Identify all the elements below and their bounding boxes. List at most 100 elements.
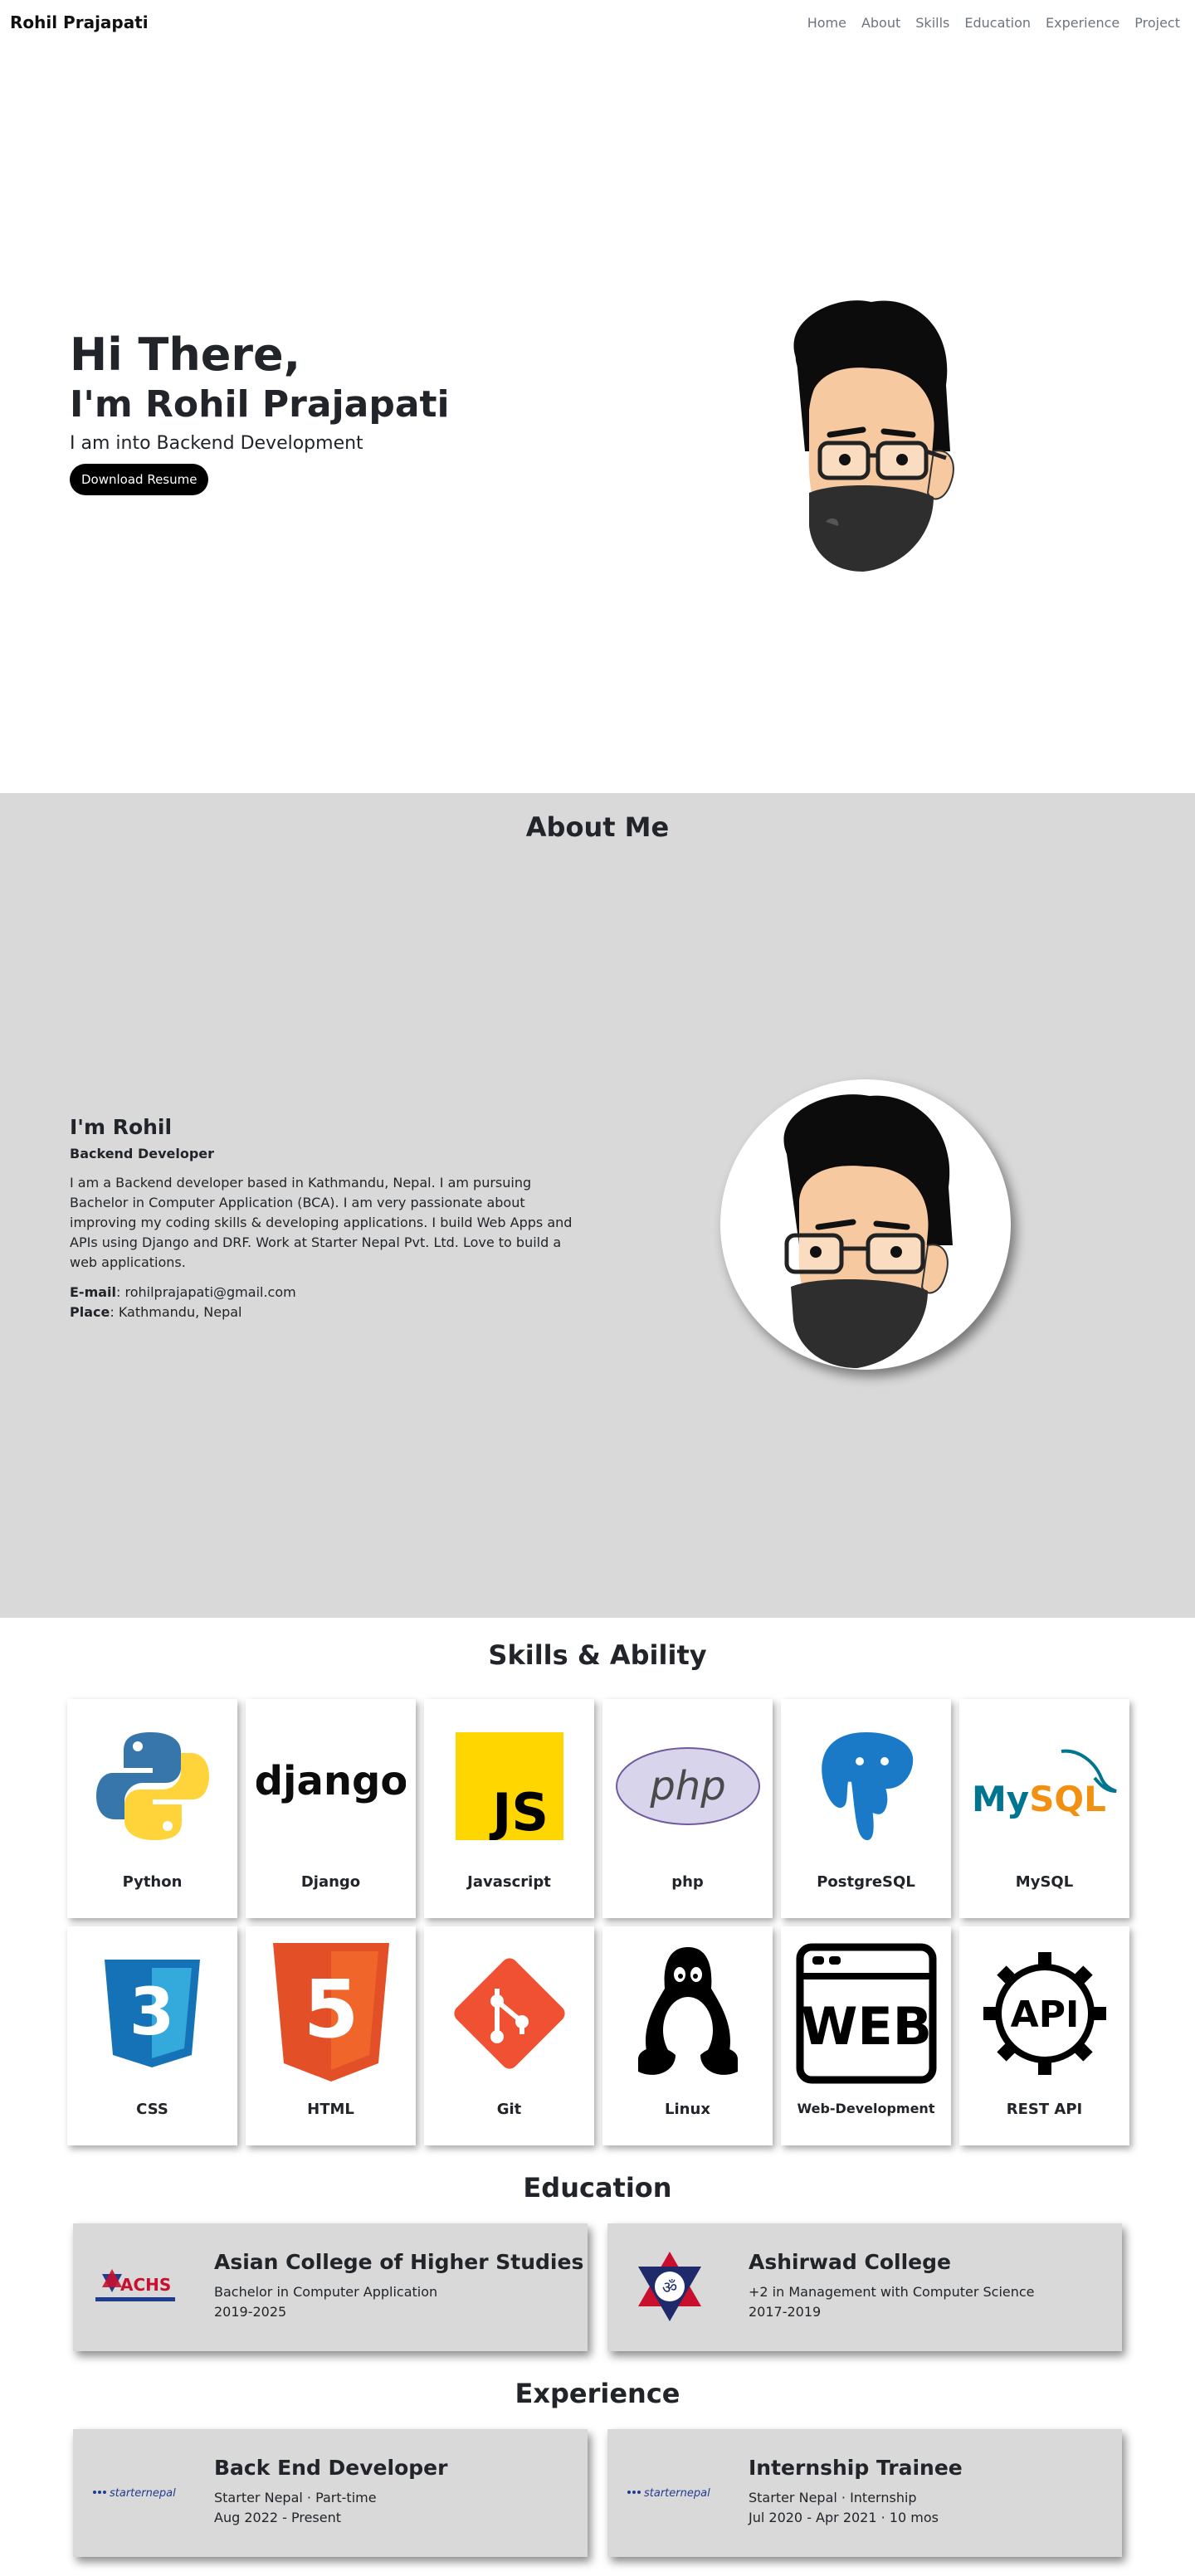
email-row: E-mail: rohilprajapati@gmail.com [70, 1284, 296, 1300]
api-icon-text: API [1010, 1994, 1079, 2036]
html-icon: 5 [272, 1943, 389, 2082]
skill-label: CSS [136, 2101, 168, 2118]
job-period: Jul 2020 - Apr 2021 · 10 mos [749, 2510, 939, 2525]
js-icon-text: JS [489, 1782, 549, 1840]
starternepal-logo: starternepal [90, 2452, 181, 2532]
degree: +2 in Management with Computer Science [749, 2284, 1035, 2300]
nav-link-education[interactable]: Education [964, 15, 1031, 31]
skill-label: Linux [665, 2101, 710, 2118]
skill-card-django[interactable]: django Django [246, 1699, 416, 1918]
experience-cards: starternepal Back End Developer Starter … [0, 2429, 1195, 2557]
skill-label: Django [300, 1873, 361, 1891]
postgresql-icon [817, 1728, 916, 1843]
place-value: Kathmandu, Nepal [118, 1304, 242, 1320]
skill-card-python[interactable]: Python [67, 1699, 237, 1918]
email-label: E-mail [70, 1284, 117, 1300]
nav-link-about[interactable]: About [861, 15, 900, 31]
php-icon: php [615, 1747, 760, 1825]
about-bio: I am a Backend developer based in Kathma… [70, 1175, 573, 1270]
experience-section: Experience starternepal Back End Develop… [0, 2351, 1195, 2557]
ashirwad-logo: ॐ [624, 2247, 715, 2326]
about-contact: E-mail: rohilprajapati@gmail.com Place: … [70, 1283, 576, 1322]
php-icon-text: php [649, 1763, 725, 1809]
skill-label: Web-Development [797, 2101, 935, 2116]
css-icon-text: 3 [129, 1975, 174, 2050]
skill-label: REST API [1006, 2101, 1083, 2118]
skill-card-rest-api[interactable]: API REST API [959, 1926, 1129, 2145]
javascript-icon: JS [455, 1732, 563, 1840]
skill-card-php[interactable]: php php [602, 1699, 773, 1918]
about-text: I'm Rohil Backend Developer I am a Backe… [70, 1115, 576, 1322]
nav-link-experience[interactable]: Experience [1046, 15, 1119, 31]
skill-grid: Python django Django JS Javascript php p… [0, 1699, 1195, 2145]
job-role: Back End Developer [214, 2456, 448, 2480]
starternepal-logo: starternepal [624, 2452, 715, 2532]
django-icon: django [256, 1758, 406, 1804]
skill-label: Git [496, 2101, 522, 2118]
hero-tagline: I am into Backend Development [70, 433, 363, 454]
starternepal-logo-text: starternepal [110, 2487, 176, 2500]
skill-card-postgresql[interactable]: PostgreSQL [781, 1699, 951, 1918]
skill-card-linux[interactable]: Linux [602, 1926, 773, 2145]
skill-card-css[interactable]: 3 CSS [67, 1926, 237, 2145]
hero-section: Hi There, I'm Rohil Prajapati I am into … [0, 45, 1195, 793]
skill-card-mysql[interactable]: MySQL MySQL [959, 1699, 1129, 1918]
education-card[interactable]: ॐ Ashirwad College +2 in Management with… [607, 2223, 1122, 2351]
skill-card-web-development[interactable]: WEB Web-Development [781, 1926, 951, 2145]
hero-greeting: Hi There, [70, 329, 301, 381]
skill-label: MySQL [1015, 1873, 1074, 1891]
job-company: Starter Nepal · Part-time [214, 2490, 377, 2505]
degree: Bachelor in Computer Application [214, 2284, 438, 2300]
mysql-icon: MySQL [972, 1749, 1117, 1819]
ashirwad-logo-text: ॐ [662, 2277, 677, 2297]
skill-card-html[interactable]: 5 HTML [246, 1926, 416, 2145]
experience-card[interactable]: starternepal Back End Developer Starter … [73, 2429, 588, 2557]
brand-logo[interactable]: Rohil Prajapati [10, 12, 149, 32]
skills-section: Skills & Ability Python django Django JS… [0, 1618, 1195, 2145]
place-label: Place [70, 1304, 110, 1320]
nav-links: Home About Skills Education Experience P… [807, 15, 1185, 31]
education-cards: ACHS Asian College of Higher Studies Bac… [0, 2223, 1195, 2351]
linux-icon [637, 1947, 738, 2075]
hero-name: I'm Rohil Prajapati [70, 383, 450, 426]
web-icon-text: WEB [801, 1996, 932, 2057]
download-resume-button[interactable]: Download Resume [70, 464, 209, 495]
avatar-illustration [783, 1094, 953, 1368]
education-title: Education [523, 2172, 672, 2203]
web-icon: WEB [796, 1943, 936, 2084]
achs-logo-text: ACHS [120, 2275, 171, 2295]
navbar: Rohil Prajapati Home About Skills Educat… [0, 0, 1195, 45]
html-icon-text: 5 [303, 1963, 358, 2056]
years: 2017-2019 [749, 2304, 822, 2320]
django-icon-text: django [256, 1758, 406, 1804]
nav-link-home[interactable]: Home [807, 15, 846, 31]
nav-link-project[interactable]: Project [1134, 15, 1180, 31]
about-section: About Me I'm Rohil Backend Developer I a… [0, 793, 1195, 1618]
svg-text:MySQL: MySQL [972, 1779, 1106, 1819]
skill-card-javascript[interactable]: JS Javascript [424, 1699, 594, 1918]
skill-label: Python [122, 1873, 183, 1891]
job-company: Starter Nepal · Internship [749, 2490, 917, 2505]
school-name: Ashirwad College [749, 2250, 951, 2274]
education-section: Education ACHS Asian College of Higher S… [0, 2145, 1195, 2351]
skill-label: Javascript [467, 1873, 551, 1891]
experience-card[interactable]: starternepal Internship Trainee Starter … [607, 2429, 1122, 2557]
mysql-icon-text-b: SQL [1029, 1779, 1106, 1819]
place-row: Place: Kathmandu, Nepal [70, 1304, 242, 1320]
hero-text: Hi There, I'm Rohil Prajapati I am into … [70, 329, 450, 495]
experience-title: Experience [515, 2378, 680, 2409]
nav-link-skills[interactable]: Skills [915, 15, 949, 31]
starternepal-logo-text: starternepal [644, 2487, 710, 2500]
skills-title: Skills & Ability [488, 1639, 707, 1671]
about-heading: I'm Rohil [70, 1115, 173, 1139]
job-role: Internship Trainee [749, 2456, 963, 2480]
skill-label: PostgreSQL [817, 1873, 915, 1891]
school-name: Asian College of Higher Studies [214, 2250, 584, 2274]
years: 2019-2025 [214, 2304, 287, 2320]
about-title: About Me [525, 811, 670, 843]
css-icon: 3 [105, 1960, 200, 2067]
skill-card-git[interactable]: Git [424, 1926, 594, 2145]
job-period: Aug 2022 - Present [214, 2510, 342, 2525]
api-icon: API [983, 1952, 1106, 2075]
education-card[interactable]: ACHS Asian College of Higher Studies Bac… [73, 2223, 588, 2351]
